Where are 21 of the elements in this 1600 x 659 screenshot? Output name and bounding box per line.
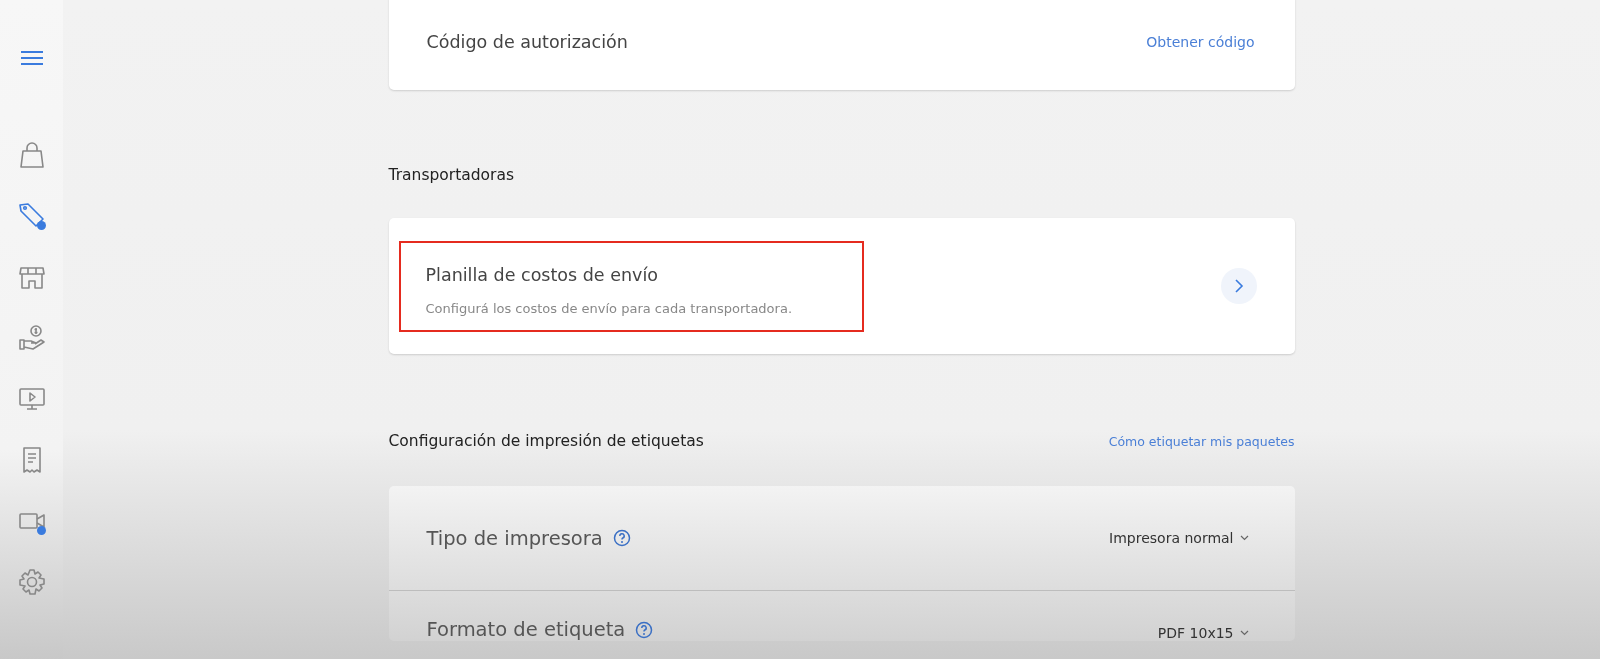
get-code-link[interactable]: Obtener código bbox=[1146, 34, 1255, 50]
section-heading: Transportadoras bbox=[388, 166, 515, 184]
dropdown[interactable]: PDF 10x15 bbox=[1157, 625, 1249, 641]
card-description: Configurá los costos de envío para cada transportadora. bbox=[425, 300, 792, 316]
card-title: Planilla de costos de envío bbox=[425, 264, 659, 285]
field-label: Formato de etiqueta bbox=[426, 618, 626, 641]
chevron-right-icon[interactable] bbox=[1233, 279, 1244, 293]
caret-down-icon[interactable] bbox=[1239, 535, 1249, 541]
hand-coin-icon[interactable] bbox=[16, 323, 47, 353]
shipping-card[interactable]: Planilla de costos de envío Configurá los costos de envío para cada transportadora. bbox=[388, 218, 1295, 354]
chevron-button[interactable] bbox=[1220, 268, 1257, 304]
settings-icon[interactable] bbox=[16, 567, 47, 597]
help-icon[interactable] bbox=[635, 620, 654, 639]
section-heading: Configuración de impresión de etiquetas bbox=[388, 432, 704, 450]
help-icon[interactable] bbox=[612, 529, 631, 547]
dropdown[interactable]: Impresora normal bbox=[1109, 530, 1249, 546]
caret-down-icon[interactable] bbox=[1239, 630, 1249, 636]
menu-icon[interactable] bbox=[19, 50, 44, 66]
help-link[interactable]: Cómo etiquetar mis paquetes bbox=[1108, 433, 1295, 449]
field-label: Tipo de impresora bbox=[426, 526, 603, 550]
field-label: Código de autorización bbox=[426, 32, 628, 52]
